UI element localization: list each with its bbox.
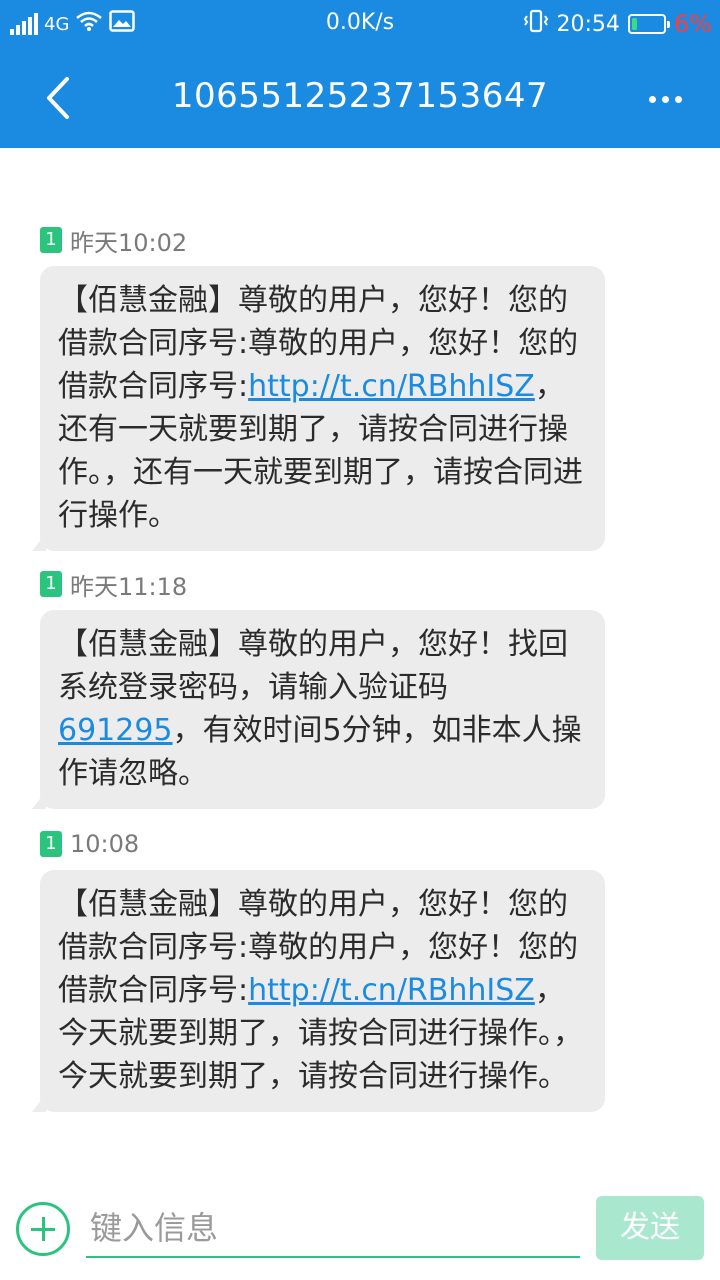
- app-bar: 4G 0.0K/s 20:54 6% 10655125237153647: [0, 0, 720, 148]
- sim-badge-icon: 1: [40, 227, 62, 253]
- sim-badge-icon: 1: [40, 571, 62, 597]
- more-options-button[interactable]: [640, 74, 690, 124]
- message-link[interactable]: http://t.cn/RBhhISZ: [248, 973, 535, 1008]
- status-right: 20:54 6%: [523, 8, 712, 40]
- message-time: 昨天11:18: [70, 572, 188, 601]
- verification-code-link[interactable]: 691295: [58, 713, 173, 748]
- status-bar: 4G 0.0K/s 20:54 6%: [0, 0, 720, 48]
- sim-badge-icon: 1: [40, 831, 62, 857]
- battery-icon: [627, 14, 670, 34]
- message-time: 10:08: [70, 830, 140, 858]
- message-bubble[interactable]: 【佰慧金融】尊敬的用户，您好！您的借款合同序号:尊敬的用户，您好！您的借款合同序…: [32, 870, 605, 1112]
- plus-circle-icon[interactable]: [16, 1202, 70, 1256]
- chevron-left-icon: [47, 77, 69, 119]
- message-time: 昨天10:02: [70, 228, 188, 257]
- message-bubble[interactable]: 【佰慧金融】尊敬的用户，您好！找回系统登录密码，请输入验证码691295，有效时…: [32, 610, 605, 809]
- conversation-title: 10655125237153647: [171, 76, 549, 116]
- message-item: 1 昨天11:18 【佰慧金融】尊敬的用户，您好！找回系统登录密码，请输入验证码…: [32, 566, 605, 809]
- message-link[interactable]: http://t.cn/RBhhISZ: [248, 369, 535, 404]
- battery-percent: 6%: [673, 10, 712, 38]
- message-thread[interactable]: 1 昨天10:02 【佰慧金融】尊敬的用户，您好！您的借款合同序号:尊敬的用户，…: [0, 148, 720, 1180]
- vibrate-icon: [523, 8, 549, 40]
- composer: 发送: [0, 1180, 720, 1280]
- message-text: 【佰慧金融】尊敬的用户，您好！找回系统登录密码，请输入验证码: [58, 627, 568, 705]
- more-dots-icon: [648, 95, 682, 103]
- title-bar: 10655125237153647: [0, 48, 720, 148]
- battery-level: [631, 18, 637, 30]
- message-bubble[interactable]: 【佰慧金融】尊敬的用户，您好！您的借款合同序号:尊敬的用户，您好！您的借款合同序…: [32, 266, 605, 551]
- send-button[interactable]: 发送: [596, 1196, 704, 1260]
- clock: 20:54: [556, 11, 620, 37]
- message-meta: 1 10:08: [40, 826, 605, 862]
- message-meta: 1 昨天11:18: [40, 566, 605, 602]
- message-input[interactable]: [86, 1200, 580, 1258]
- message-meta: 1 昨天10:02: [40, 222, 605, 258]
- message-item: 1 昨天10:02 【佰慧金融】尊敬的用户，您好！您的借款合同序号:尊敬的用户，…: [32, 222, 605, 551]
- message-item: 1 10:08 【佰慧金融】尊敬的用户，您好！您的借款合同序号:尊敬的用户，您好…: [32, 826, 605, 1112]
- back-button[interactable]: [30, 70, 86, 126]
